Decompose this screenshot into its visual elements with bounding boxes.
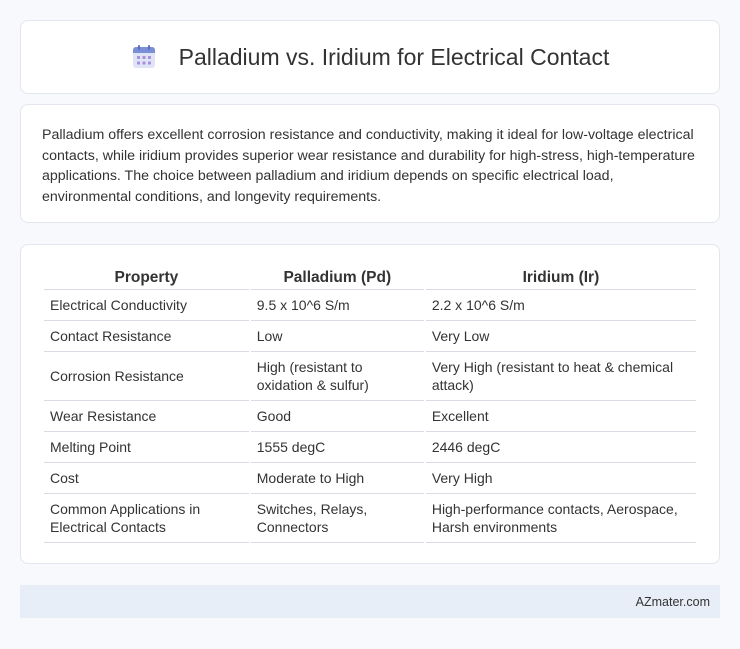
intro-card: Palladium offers excellent corrosion res… [20, 104, 720, 223]
table-cell: Very High (resistant to heat & chemical … [425, 352, 696, 401]
table-row: Corrosion Resistance High (resistant to … [44, 352, 696, 401]
table-header-row: Property Palladium (Pd) Iridium (Ir) [44, 263, 696, 290]
table-row: Cost Moderate to High Very High [44, 463, 696, 494]
table-cell: 9.5 x 10^6 S/m [250, 290, 424, 321]
table-cell: Switches, Relays, Connectors [250, 494, 424, 543]
table-row: Melting Point 1555 degC 2446 degC [44, 432, 696, 463]
table-cell: High (resistant to oxidation & sulfur) [250, 352, 424, 401]
footer-brand: AZmater.com [635, 594, 710, 609]
comparison-table: Property Palladium (Pd) Iridium (Ir) Ele… [42, 263, 698, 543]
column-header-property: Property [44, 263, 249, 290]
table-cell: 2446 degC [425, 432, 696, 463]
table-cell: Wear Resistance [44, 401, 249, 432]
table-cell: Cost [44, 463, 249, 494]
table-cell: 2.2 x 10^6 S/m [425, 290, 696, 321]
table-row: Common Applications in Electrical Contac… [44, 494, 696, 543]
calendar-grid-icon [131, 44, 157, 70]
table-cell: Very High [425, 463, 696, 494]
table-cell: 1555 degC [250, 432, 424, 463]
comparison-table-card: Property Palladium (Pd) Iridium (Ir) Ele… [20, 244, 720, 564]
title-card: Palladium vs. Iridium for Electrical Con… [20, 20, 720, 94]
table-cell: Good [250, 401, 424, 432]
table-cell: Melting Point [44, 432, 249, 463]
table-cell: Common Applications in Electrical Contac… [44, 494, 249, 543]
page-title: Palladium vs. Iridium for Electrical Con… [178, 43, 610, 70]
table-cell: Corrosion Resistance [44, 352, 249, 401]
table-cell: Moderate to High [250, 463, 424, 494]
table-cell: Low [250, 321, 424, 352]
table-row: Electrical Conductivity 9.5 x 10^6 S/m 2… [44, 290, 696, 321]
column-header-iridium: Iridium (Ir) [425, 263, 696, 290]
table-cell: High-performance contacts, Aerospace, Ha… [425, 494, 696, 543]
column-header-palladium: Palladium (Pd) [250, 263, 424, 290]
table-cell: Contact Resistance [44, 321, 249, 352]
table-row: Wear Resistance Good Excellent [44, 401, 696, 432]
table-cell: Electrical Conductivity [44, 290, 249, 321]
table-cell: Excellent [425, 401, 696, 432]
table-cell: Very Low [425, 321, 696, 352]
table-row: Contact Resistance Low Very Low [44, 321, 696, 352]
intro-paragraph: Palladium offers excellent corrosion res… [42, 127, 695, 205]
footer-bar: AZmater.com [20, 585, 720, 618]
